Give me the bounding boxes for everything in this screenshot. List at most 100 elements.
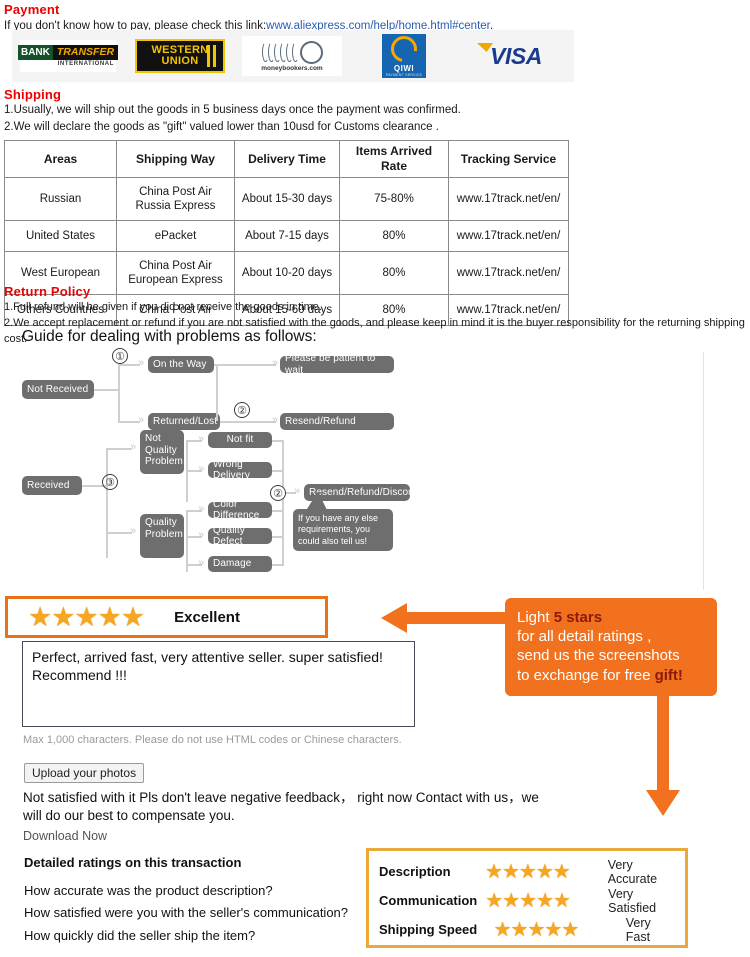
bank-transfer-bank-text: BANK: [17, 45, 53, 60]
cell-areas: United States: [4, 220, 117, 253]
bank-transfer-intl-text: INTERNATIONAL: [57, 61, 114, 67]
rating-question: How satisfied were you with the seller's…: [24, 905, 349, 921]
bank-transfer-logo-cell: BANK TRANSFER INTERNATIONAL: [12, 30, 124, 82]
star-icon[interactable]: ★: [536, 891, 554, 911]
rating-stars[interactable]: ★ ★ ★ ★ ★: [485, 862, 604, 882]
flow-node-not-received: Not Received: [22, 380, 94, 399]
visa-text: VISA: [490, 42, 542, 69]
star-icon[interactable]: ★: [502, 891, 520, 911]
star-icon[interactable]: ★: [511, 920, 529, 940]
star-icon[interactable]: ★: [519, 891, 537, 911]
star-icon[interactable]: ★: [51, 603, 75, 631]
cell-shipping-way: China Post Air Russia Express: [116, 177, 235, 222]
flow-marker-3: ③: [102, 474, 118, 490]
payment-title: Payment: [4, 2, 60, 17]
flow-node-color-difference: Color Difference: [208, 499, 272, 521]
star-icon[interactable]: ★: [527, 920, 545, 940]
col-areas: Areas: [4, 140, 117, 179]
flow-speech-bubble: If you have any else requirements, you c…: [293, 509, 393, 551]
cell-tracking: www.17track.net/en/: [448, 177, 569, 222]
bank-transfer-transfer-text: TRANSFER: [52, 45, 119, 60]
cell-delivery-time: About 15-30 days: [234, 177, 340, 222]
excellent-rating-box: ★ ★ ★ ★ ★ Excellent: [5, 596, 328, 638]
return-flowchart: Not Received » » ① On the Way Returned/L…: [12, 348, 712, 592]
callout-bubble: Light 5 stars for all detail ratings , s…: [505, 598, 717, 696]
moneybookers-icon: moneybookers.com: [242, 36, 342, 76]
star-icon[interactable]: ★: [553, 891, 571, 911]
flow-marker-2: ②: [234, 402, 250, 418]
review-text-input[interactable]: Perfect, arrived fast, very attentive se…: [22, 641, 415, 727]
detailed-ratings-panel: Description ★ ★ ★ ★ ★ Very Accurate Comm…: [366, 848, 688, 948]
detailed-ratings-questions: How accurate was the product description…: [24, 880, 348, 947]
star-icon[interactable]: ★: [536, 862, 554, 882]
flow-node-damage: Damage: [208, 556, 272, 572]
cell-delivery-time: About 7-15 days: [234, 220, 340, 253]
cell-arrived-rate: 80%: [339, 220, 449, 253]
star-icon[interactable]: ★: [502, 862, 520, 882]
flow-node-returned-lost: Returned/Lost: [148, 413, 220, 430]
flow-node-not-quality-problem: Not Quality Problem: [140, 430, 184, 474]
bank-transfer-icon: BANK TRANSFER INTERNATIONAL: [17, 40, 119, 72]
flow-node-resend-refund: Resend/Refund: [280, 413, 394, 430]
qiwi-icon: QIWI PAYMENT SERVICE: [382, 30, 426, 78]
callout-line-3: send us the screenshots: [517, 647, 680, 665]
flow-marker-1: ①: [112, 348, 128, 364]
cell-shipping-way: ePacket: [116, 220, 235, 253]
rating-label: Communication: [379, 893, 478, 908]
star-icon[interactable]: ★: [553, 862, 571, 882]
callout-line-1: Light 5 stars: [517, 608, 705, 627]
rating-label: Description: [379, 864, 451, 879]
callout-line-1-text: Light: [517, 609, 554, 626]
guide-heading: Guide for dealing with problems as follo…: [22, 328, 317, 345]
rating-label: Shipping Speed: [379, 922, 478, 937]
star-icon[interactable]: ★: [121, 603, 145, 631]
star-icon[interactable]: ★: [494, 920, 512, 940]
download-now-link[interactable]: Download Now: [23, 829, 107, 843]
western-union-logo-cell: WESTERN UNION: [124, 30, 236, 82]
shipping-line-1: 1.Usually, we will ship out the goods in…: [4, 104, 461, 116]
rating-row-communication: Communication ★ ★ ★ ★ ★ Very Satisfied: [379, 886, 677, 915]
star-icon[interactable]: ★: [561, 920, 579, 940]
moneybookers-logo-cell: moneybookers.com: [236, 30, 348, 82]
star-icon[interactable]: ★: [28, 603, 52, 631]
star-icon[interactable]: ★: [485, 862, 503, 882]
review-character-hint: Max 1,000 characters. Please do not use …: [23, 734, 402, 746]
rating-row-shipping-speed: Shipping Speed ★ ★ ★ ★ ★ Very Fast: [379, 915, 677, 944]
rating-stars[interactable]: ★ ★ ★ ★ ★: [485, 891, 604, 911]
callout-line-4: to exchange for free gift!: [517, 666, 705, 685]
star-icon[interactable]: ★: [519, 862, 537, 882]
qiwi-ring: [385, 30, 423, 67]
flow-node-quality-defect: Quality Defect: [208, 525, 272, 547]
rating-question: How accurate was the product description…: [24, 883, 273, 898]
flow-node-received: Received: [22, 476, 82, 495]
western-union-bars: [207, 45, 219, 67]
qiwi-subtext: PAYMENT SERVICE: [385, 72, 423, 77]
callout-gift-highlight: gift!: [654, 666, 683, 684]
star-icon[interactable]: ★: [98, 603, 122, 631]
rating-value: Very Fast: [625, 915, 651, 944]
excellent-label: Excellent: [174, 608, 240, 626]
moneybookers-text: moneybookers.com: [261, 65, 323, 72]
star-icon[interactable]: ★: [544, 920, 562, 940]
excellent-stars[interactable]: ★ ★ ★ ★ ★: [28, 603, 145, 631]
rating-row-description: Description ★ ★ ★ ★ ★ Very Accurate: [379, 857, 677, 886]
table-row: United States ePacket About 7-15 days 80…: [4, 220, 569, 253]
flow-node-not-fit: Not fit: [208, 432, 272, 448]
flow-node-quality-problem: Quality Problem: [140, 514, 184, 558]
star-icon[interactable]: ★: [485, 891, 503, 911]
upload-your-photos-button[interactable]: Upload your photos: [24, 763, 145, 783]
rating-stars[interactable]: ★ ★ ★ ★ ★: [494, 920, 622, 940]
shipping-line-2: 2.We will declare the goods as "gift" va…: [4, 120, 439, 133]
table-row: Russian China Post Air Russia Express Ab…: [4, 177, 569, 222]
callout-line-4-text: to exchange for free: [517, 666, 655, 684]
return-policy-line-1: 1.Full refund will be given if you did n…: [4, 301, 322, 313]
star-icon[interactable]: ★: [74, 603, 98, 631]
detailed-ratings-heading: Detailed ratings on this transaction: [24, 855, 242, 870]
table-header-row: Areas Shipping Way Delivery Time Items A…: [4, 140, 569, 179]
rating-value: Very Satisfied: [608, 886, 657, 915]
col-tracking-service: Tracking Service: [448, 140, 569, 179]
left-arrow-icon: [381, 603, 513, 633]
col-items-arrived-rate: Items Arrived Rate: [339, 140, 449, 179]
visa-logo-cell: VISA: [460, 30, 572, 82]
down-arrow-icon: [646, 694, 680, 816]
